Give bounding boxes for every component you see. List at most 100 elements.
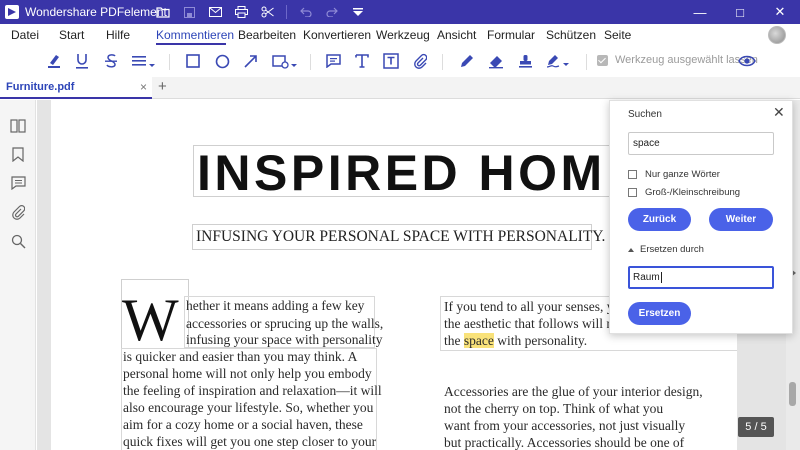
- replace-section-label: Ersetzen durch: [640, 244, 704, 255]
- attachment-icon[interactable]: [409, 51, 431, 71]
- tab-furniture-pdf[interactable]: Furniture.pdf ×: [0, 77, 152, 99]
- shape-more-icon[interactable]: [270, 51, 300, 71]
- signature-icon[interactable]: [544, 51, 572, 71]
- quick-access-dropdown-icon[interactable]: [345, 0, 371, 24]
- print-icon[interactable]: [228, 0, 254, 24]
- find-replace-panel: Suchen ✕ space Nur ganze Wörter Groß-/Kl…: [609, 100, 793, 334]
- arrow-icon[interactable]: [240, 51, 262, 71]
- replace-text-icon[interactable]: [130, 51, 158, 71]
- paragraph-line[interactable]: the feeling of inspiration and relaxatio…: [123, 383, 382, 399]
- add-tab-icon[interactable]: +: [158, 78, 167, 95]
- paragraph-line[interactable]: but practically. Accessories should be o…: [444, 435, 684, 450]
- scrollbar-thumb[interactable]: [789, 382, 796, 406]
- bookmark-icon[interactable]: [9, 145, 27, 163]
- paragraph-line[interactable]: the aesthetic that follows will na: [444, 316, 619, 332]
- menu-bearbeiten[interactable]: Bearbeiten: [238, 28, 296, 42]
- undo-icon[interactable]: [293, 0, 319, 24]
- page-subtitle[interactable]: INFUSING YOUR PERSONAL SPACE WITH PERSON…: [196, 228, 605, 246]
- active-menu-indicator: [156, 43, 226, 45]
- text-run: with personality.: [493, 333, 588, 348]
- open-folder-icon[interactable]: [150, 0, 176, 24]
- underline-icon[interactable]: [71, 51, 93, 71]
- search-highlight: space: [463, 333, 494, 348]
- page-title[interactable]: INSPIRED HOME: [197, 144, 643, 202]
- menu-schuetzen[interactable]: Schützen: [546, 28, 596, 42]
- note-icon[interactable]: [322, 51, 344, 71]
- menu-seite[interactable]: Seite: [604, 28, 631, 42]
- typewriter-icon[interactable]: [351, 51, 373, 71]
- paragraph-line[interactable]: quick fixes will get you one step closer…: [123, 434, 376, 450]
- paragraph-line[interactable]: want from your accessories, not just vis…: [444, 418, 685, 434]
- oval-icon[interactable]: [211, 51, 233, 71]
- paragraph-line[interactable]: hether it means adding a few key: [186, 298, 364, 314]
- paragraph-line[interactable]: infusing your space with personality: [186, 332, 382, 348]
- paragraph-line[interactable]: not the cherry on top. Think of what you: [444, 401, 663, 417]
- highlight-icon[interactable]: [43, 51, 65, 71]
- replace-section-toggle[interactable]: Ersetzen durch: [628, 244, 704, 255]
- paragraph-line[interactable]: aim for a cozy home or a social haven, t…: [123, 417, 363, 433]
- stamp-icon[interactable]: [514, 51, 536, 71]
- paragraph-line[interactable]: accessories or sprucing up the walls,: [186, 316, 383, 332]
- textbox-icon[interactable]: [380, 51, 402, 71]
- next-button[interactable]: Weiter: [709, 208, 773, 231]
- text-run: the: [444, 333, 464, 348]
- maximize-button[interactable]: □: [720, 0, 760, 24]
- search-input[interactable]: space: [628, 132, 774, 155]
- replace-input[interactable]: Raum: [628, 266, 774, 289]
- left-sidebar: [0, 100, 36, 450]
- checkbox-checked-icon[interactable]: [597, 54, 608, 66]
- paragraph-line[interactable]: If you tend to all your senses, yo: [444, 299, 620, 315]
- window-controls: — □ ✕: [680, 0, 800, 24]
- paragraph-line[interactable]: the space with personality.: [444, 333, 587, 349]
- paragraph-line[interactable]: personal home will not only help you emb…: [123, 366, 372, 382]
- close-icon[interactable]: ✕: [773, 104, 785, 121]
- thumbnails-icon[interactable]: [9, 117, 27, 135]
- dropcap-letter[interactable]: W: [122, 290, 179, 350]
- menu-werkzeug[interactable]: Werkzeug: [376, 28, 430, 42]
- close-icon[interactable]: ×: [140, 80, 147, 94]
- menu-kommentieren[interactable]: Kommentieren: [156, 28, 234, 42]
- menu-formular[interactable]: Formular: [487, 28, 535, 42]
- document-tab-bar: Furniture.pdf × +: [0, 77, 800, 99]
- find-panel-title: Suchen: [628, 109, 662, 120]
- menu-ansicht[interactable]: Ansicht: [437, 28, 476, 42]
- attachment-icon[interactable]: [9, 203, 27, 221]
- redo-icon[interactable]: [319, 0, 345, 24]
- paragraph-line[interactable]: is quicker and easier than you may think…: [123, 349, 357, 365]
- minimize-button[interactable]: —: [680, 0, 720, 24]
- app-logo-icon: [5, 5, 19, 19]
- menu-datei[interactable]: Datei: [11, 28, 39, 42]
- cut-icon[interactable]: [254, 0, 280, 24]
- checkbox-icon[interactable]: [628, 188, 637, 197]
- avatar[interactable]: [768, 26, 786, 44]
- text-cursor: [660, 272, 662, 283]
- chevron-up-icon: [628, 247, 634, 252]
- menu-start[interactable]: Start: [59, 28, 84, 42]
- menu-konvertieren[interactable]: Konvertieren: [303, 28, 371, 42]
- save-icon[interactable]: [176, 0, 202, 24]
- replace-button[interactable]: Ersetzen: [628, 302, 691, 325]
- previous-button[interactable]: Zurück: [628, 208, 691, 231]
- paragraph-line[interactable]: Accessories are the glue of your interio…: [444, 384, 703, 400]
- menu-bar: Datei Start Hilfe Kommentieren Bearbeite…: [0, 24, 800, 46]
- rectangle-icon[interactable]: [182, 51, 204, 71]
- keep-tool-selected-toggle[interactable]: Werkzeug ausgewählt lassen: [597, 54, 758, 66]
- search-icon[interactable]: [9, 232, 27, 250]
- eye-icon[interactable]: [736, 51, 758, 71]
- titlebar-separator: [286, 5, 287, 19]
- toolbar-separator: [442, 54, 443, 70]
- whole-words-checkbox[interactable]: Nur ganze Wörter: [628, 169, 720, 180]
- email-icon[interactable]: [202, 0, 228, 24]
- match-case-checkbox[interactable]: Groß-/Kleinschreibung: [628, 187, 740, 198]
- checkbox-icon[interactable]: [628, 170, 637, 179]
- strikethrough-icon[interactable]: [100, 51, 122, 71]
- toolbar-separator: [169, 54, 170, 70]
- toolbar-separator: [586, 54, 587, 70]
- close-window-button[interactable]: ✕: [760, 0, 800, 24]
- paragraph-line[interactable]: also encourage your lifestyle. So, wheth…: [123, 400, 373, 416]
- eraser-icon[interactable]: [485, 51, 507, 71]
- menu-hilfe[interactable]: Hilfe: [106, 28, 130, 42]
- pencil-icon[interactable]: [455, 51, 477, 71]
- comments-icon[interactable]: [9, 174, 27, 192]
- toolbar-separator: [310, 54, 311, 70]
